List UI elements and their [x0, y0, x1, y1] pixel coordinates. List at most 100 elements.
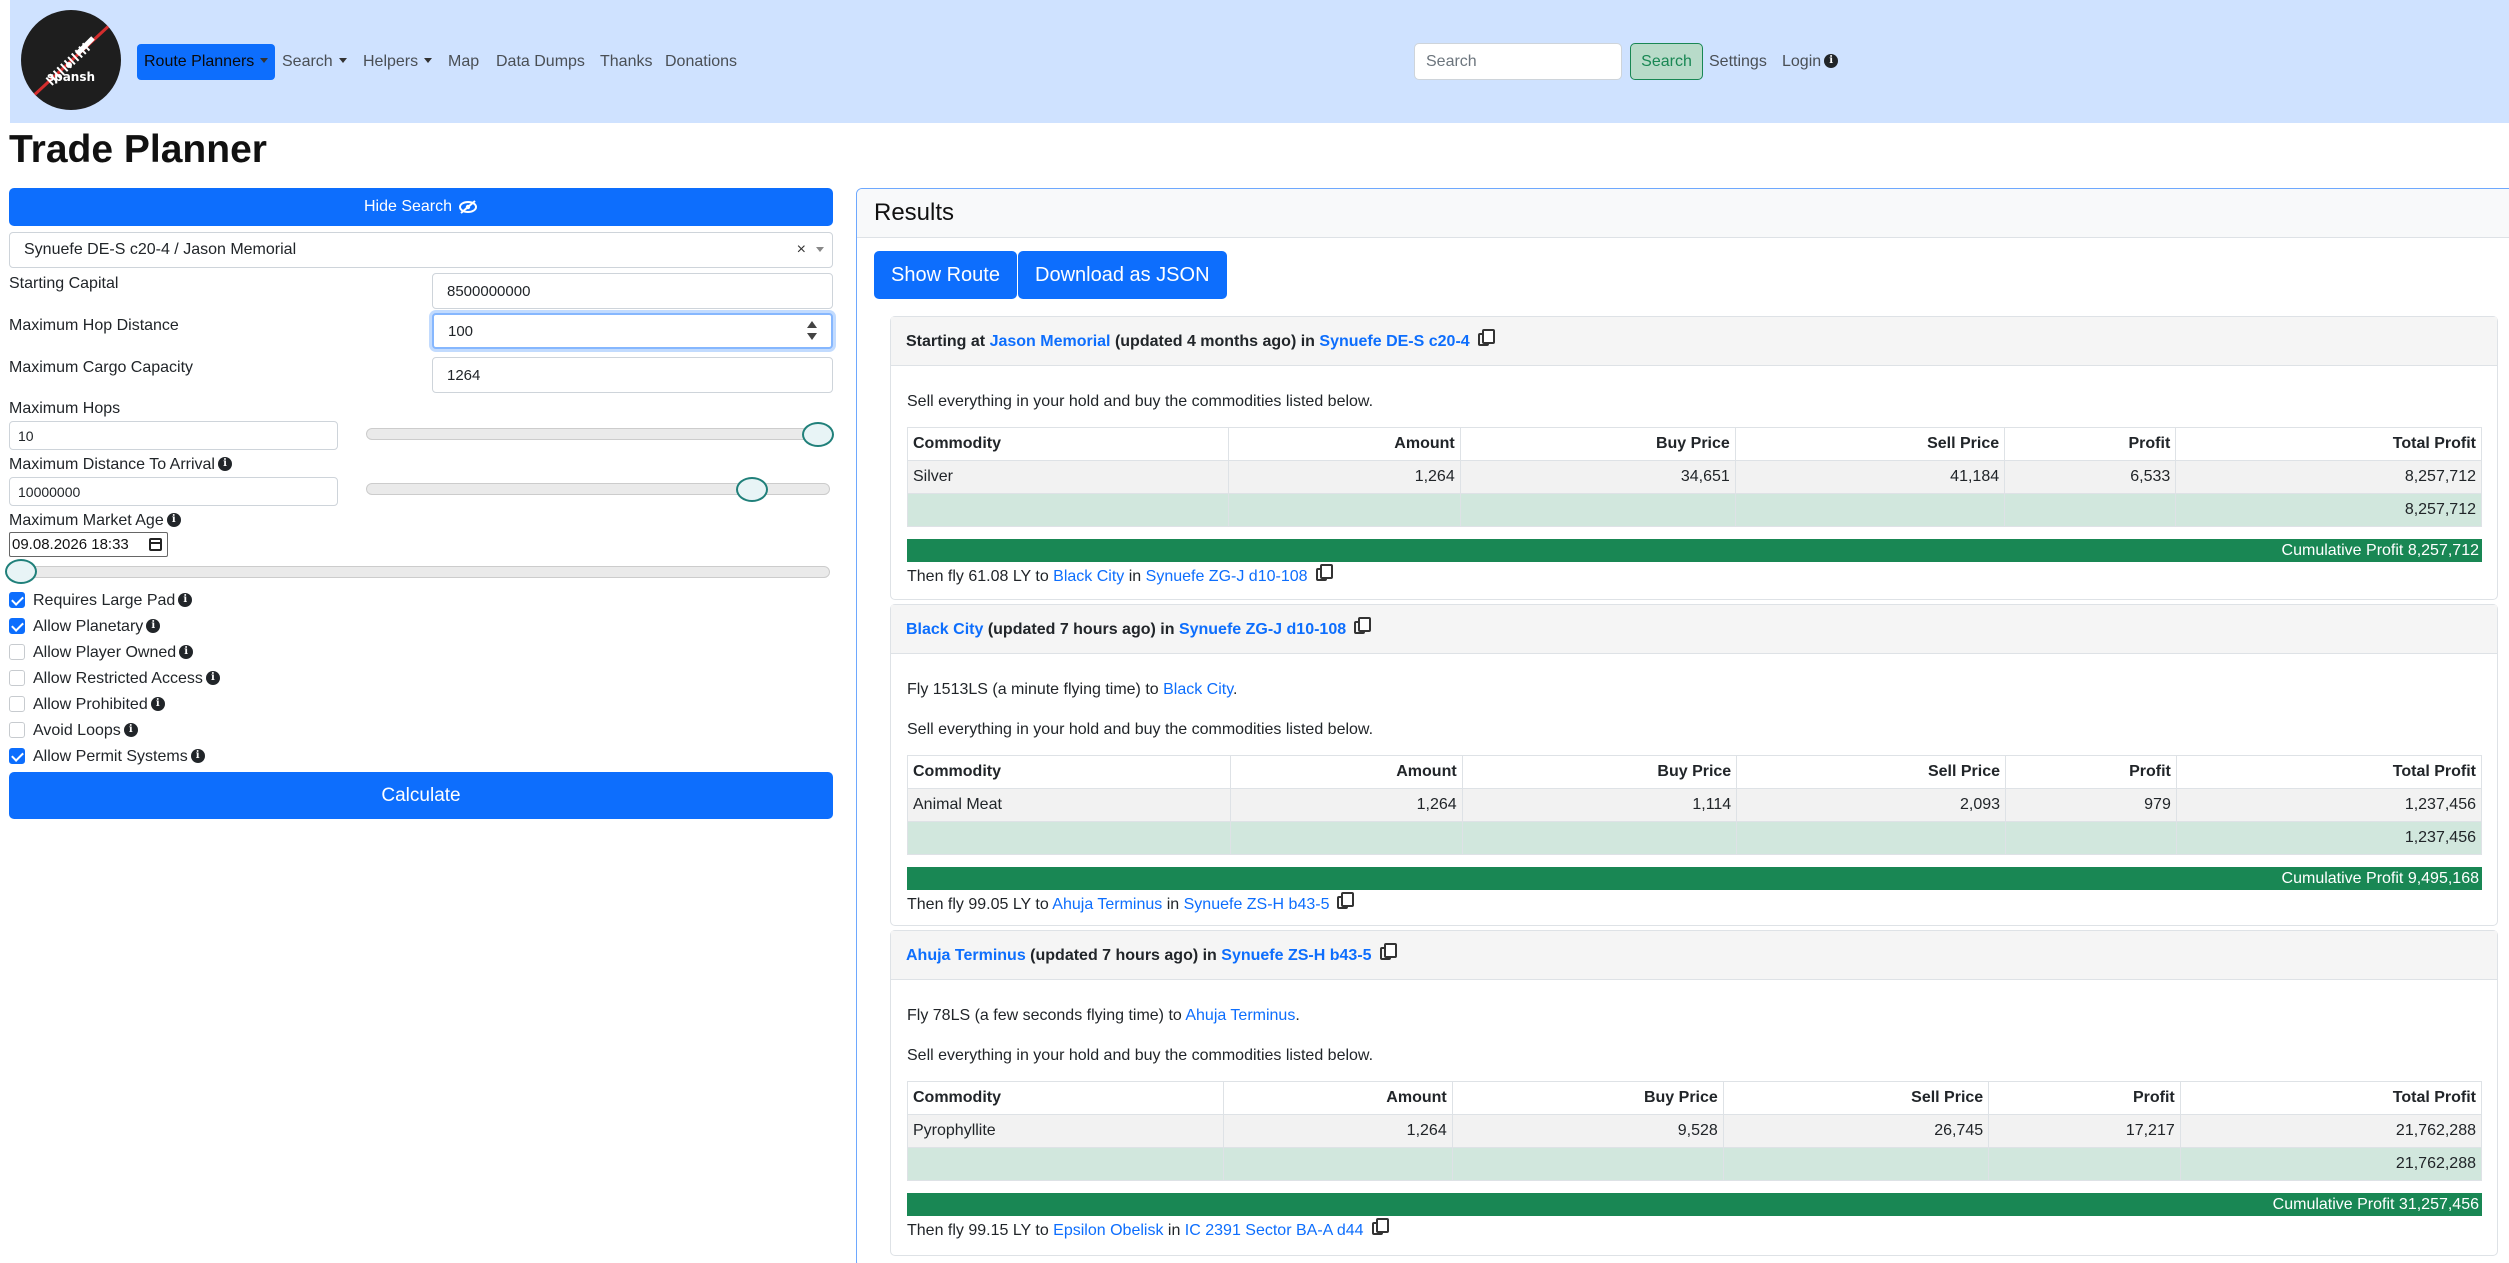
checkbox-label: Allow Planetary — [33, 618, 144, 635]
station-link[interactable]: Black City — [906, 621, 983, 638]
nav-login[interactable]: Login i — [1782, 44, 1839, 80]
info-icon[interactable]: i — [217, 456, 232, 471]
commodity-table: Commodity Amount Buy Price Sell Price Profit… — [906, 755, 2483, 855]
info-icon[interactable]: i — [166, 512, 181, 527]
system-link[interactable]: IC 2391 Sector BA-A d44 — [1185, 1222, 1364, 1239]
hop-card: Starting at Jason Memorial (updated 4 mo… — [890, 316, 2498, 600]
table-cell — [1451, 1147, 1724, 1181]
max-cargo-input[interactable] — [432, 357, 833, 393]
max-hops-slider-track[interactable] — [366, 428, 830, 440]
nav-settings[interactable]: Settings — [1709, 44, 1767, 80]
checkbox-row[interactable]: Avoid Loops i — [9, 721, 138, 741]
info-icon[interactable]: i — [123, 722, 138, 737]
station-select[interactable]: Synuefe DE-S c20-4 / Jason Memorial × — [9, 232, 833, 268]
nav-helpers[interactable]: Helpers — [363, 44, 433, 80]
next-mid: in — [1163, 1222, 1185, 1239]
column-header: Commodity — [906, 1081, 1225, 1115]
sell-instruction: Sell everything in your hold and buy the… — [907, 721, 1374, 738]
download-json-button[interactable]: Download as JSON — [1018, 251, 1227, 299]
table-cell: 34,651 — [1459, 460, 1736, 494]
navbar-search-input[interactable] — [1414, 43, 1622, 80]
nav-route-planners[interactable]: Route Planners — [137, 44, 276, 80]
stepper-down-icon[interactable] — [807, 333, 817, 340]
hop-header: Ahuja Terminus (updated 7 hours ago) in … — [891, 931, 2497, 980]
info-icon[interactable]: i — [178, 592, 193, 607]
show-route-button[interactable]: Show Route — [874, 251, 1017, 299]
max-hops-slider-thumb[interactable] — [802, 422, 834, 447]
nav-donations[interactable]: Donations — [665, 44, 737, 80]
copy-icon[interactable] — [1477, 329, 1495, 347]
info-icon[interactable]: i — [150, 696, 165, 711]
system-link[interactable]: Synuefe ZG-J d10-108 — [1146, 568, 1308, 585]
hide-search-button[interactable]: Hide Search — [9, 188, 833, 226]
nav-thanks[interactable]: Thanks — [600, 44, 652, 80]
page-title: Trade Planner — [9, 128, 267, 171]
navbar-search-button[interactable]: Search — [1630, 43, 1703, 80]
info-icon[interactable]: i — [205, 670, 220, 685]
copy-icon[interactable] — [1371, 1218, 1389, 1236]
table-cell: 979 — [2005, 788, 2177, 822]
info-icon[interactable]: i — [190, 748, 205, 763]
checkbox[interactable] — [9, 617, 25, 634]
navbar: spansh Route Planners Search Helpers Map… — [10, 0, 2509, 123]
system-link[interactable]: Synuefe DE-S c20-4 — [1319, 333, 1469, 350]
info-icon[interactable]: i — [179, 644, 194, 659]
system-link[interactable]: Synuefe ZS-H b43-5 — [1221, 947, 1371, 964]
table-cell: 6,533 — [2004, 460, 2177, 494]
chevron-down-icon[interactable] — [816, 247, 824, 252]
copy-icon[interactable] — [1315, 564, 1333, 582]
nav-map[interactable]: Map — [448, 44, 479, 80]
station-link[interactable]: Black City — [1163, 681, 1233, 698]
max-distance-arrival-label: Maximum Distance To Arrival i — [9, 456, 232, 474]
checkbox-row[interactable]: Requires Large Pad i — [9, 591, 193, 611]
system-link[interactable]: Synuefe ZG-J d10-108 — [1179, 621, 1346, 638]
column-header: Amount — [1230, 755, 1463, 789]
clear-icon[interactable]: × — [797, 233, 806, 267]
checkbox[interactable] — [9, 669, 25, 686]
max-market-age-slider-thumb[interactable] — [5, 559, 37, 584]
table-header-row: Commodity Amount Buy Price Sell Price Profit… — [906, 755, 2483, 789]
checkbox[interactable] — [9, 695, 25, 712]
number-stepper[interactable] — [806, 318, 818, 344]
checkbox-row[interactable]: Allow Planetary i — [9, 617, 161, 637]
calculate-button[interactable]: Calculate — [9, 772, 833, 819]
max-distance-arrival-input[interactable] — [9, 477, 338, 506]
column-header: Profit — [1988, 1081, 2181, 1115]
next-mid: in — [1124, 568, 1146, 585]
nav-helpers-label: Helpers — [363, 53, 419, 70]
checkbox-row[interactable]: Allow Player Owned i — [9, 643, 194, 663]
station-link[interactable]: Epsilon Obelisk — [1053, 1222, 1163, 1239]
table-header-row: Commodity Amount Buy Price Sell Price Profit… — [906, 427, 2482, 461]
checkbox-row[interactable]: Allow Prohibited i — [9, 695, 165, 715]
station-link[interactable]: Black City — [1053, 568, 1124, 585]
max-market-age-slider-track[interactable] — [9, 566, 830, 578]
next-prefix: Then fly 61.08 LY to — [907, 568, 1054, 585]
station-link[interactable]: Ahuja Terminus — [906, 947, 1026, 964]
checkbox-row[interactable]: Allow Restricted Access i — [9, 669, 220, 689]
max-hop-distance-input[interactable] — [432, 313, 833, 349]
max-hops-input[interactable] — [9, 421, 338, 450]
copy-icon[interactable] — [1337, 892, 1355, 910]
checkbox[interactable] — [9, 591, 25, 608]
checkbox[interactable] — [9, 747, 25, 764]
starting-capital-input[interactable] — [432, 273, 833, 309]
info-icon[interactable]: i — [146, 618, 161, 633]
copy-icon[interactable] — [1379, 943, 1397, 961]
copy-icon[interactable] — [1354, 617, 1372, 635]
table-cell: 21,762,288 — [2179, 1114, 2483, 1148]
checkbox[interactable] — [9, 643, 25, 660]
station-link[interactable]: Ahuja Terminus — [1185, 1007, 1295, 1024]
max-distance-arrival-slider-thumb[interactable] — [736, 477, 768, 502]
checkbox[interactable] — [9, 721, 25, 738]
stepper-up-icon[interactable] — [807, 321, 817, 328]
checkbox-row[interactable]: Allow Permit Systems i — [9, 747, 205, 767]
spansh-logo[interactable]: spansh — [21, 10, 121, 110]
calendar-icon[interactable] — [149, 538, 162, 551]
nav-search[interactable]: Search — [282, 44, 347, 80]
max-market-age-date-input[interactable]: 09.08.2026 18:33 — [9, 532, 168, 557]
station-link[interactable]: Jason Memorial — [990, 333, 1111, 350]
column-header: Total Profit — [2175, 427, 2482, 461]
nav-data-dumps[interactable]: Data Dumps — [496, 44, 585, 80]
station-link[interactable]: Ahuja Terminus — [1052, 896, 1162, 913]
system-link[interactable]: Synuefe ZS-H b43-5 — [1184, 896, 1330, 913]
